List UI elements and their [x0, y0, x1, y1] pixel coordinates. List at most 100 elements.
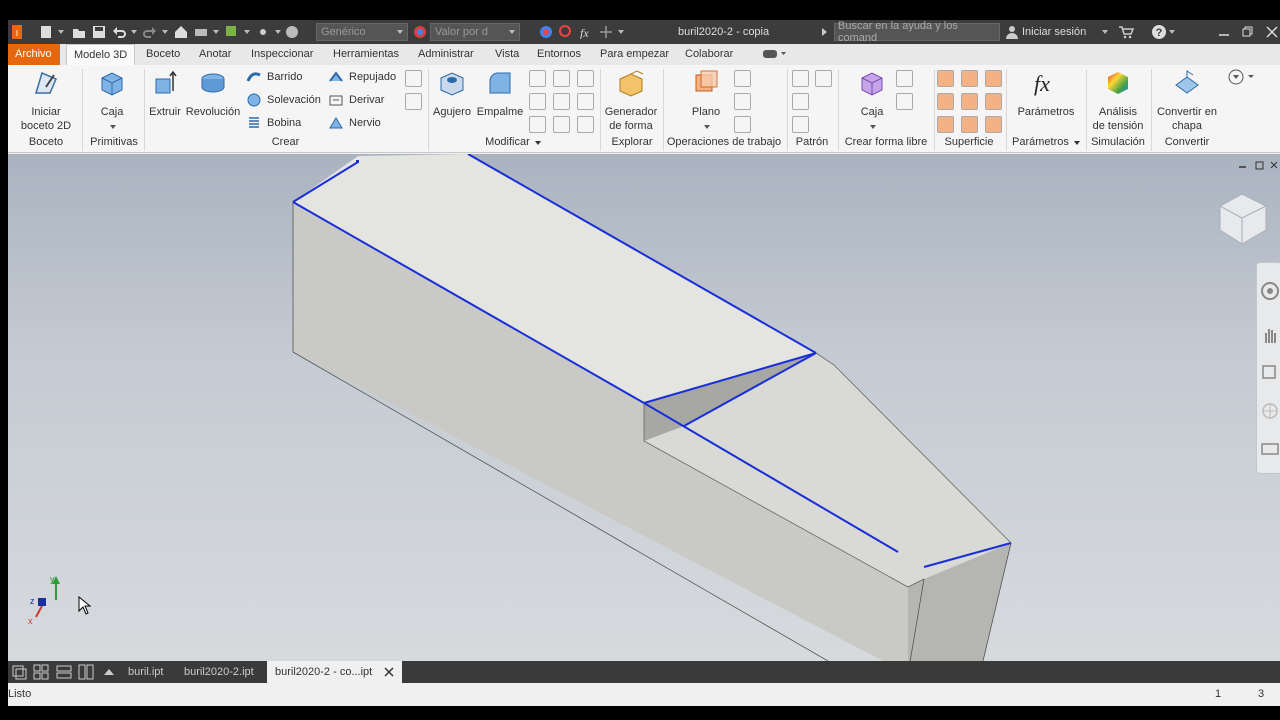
- surface-replace-icon[interactable]: [985, 93, 1002, 110]
- surface-ruled-icon[interactable]: [985, 116, 1002, 133]
- surface-repair-icon[interactable]: [937, 116, 954, 133]
- search-expand-icon[interactable]: [822, 20, 828, 44]
- shell-icon[interactable]: [553, 70, 570, 87]
- panel-modificar-label[interactable]: Modificar: [438, 136, 588, 152]
- minimize-icon[interactable]: [1218, 26, 1230, 38]
- undo-icon[interactable]: [112, 25, 126, 39]
- tab-vista[interactable]: Vista: [488, 44, 526, 65]
- sweep-button[interactable]: Barrido: [246, 67, 302, 87]
- emboss-button[interactable]: Repujado: [328, 67, 396, 87]
- surface-patch-icon[interactable]: [961, 70, 978, 87]
- doc-tab-active[interactable]: buril2020-2 - co...ipt: [267, 661, 402, 683]
- work-axis-icon[interactable]: [734, 70, 751, 87]
- combine-icon[interactable]: [577, 93, 594, 110]
- hole-button[interactable]: Agujero: [431, 69, 473, 119]
- close-doc-icon[interactable]: [384, 667, 394, 677]
- horizontal-tile-icon[interactable]: [56, 664, 72, 680]
- parameters-button[interactable]: fx Parámetros: [1013, 69, 1079, 119]
- viewcube-icon[interactable]: [1216, 190, 1270, 250]
- zoom-icon[interactable]: [1260, 363, 1280, 383]
- tab-colaborar[interactable]: Colaborar: [678, 44, 740, 65]
- draft-icon[interactable]: [577, 70, 594, 87]
- web-icon[interactable]: [285, 25, 299, 39]
- new-icon[interactable]: [39, 25, 53, 39]
- doc-tab-buril[interactable]: buril.ipt: [120, 661, 171, 683]
- work-plane-button[interactable]: Plano: [686, 69, 726, 133]
- tab-para-empezar[interactable]: Para empezar: [593, 44, 676, 65]
- clear-appearance-icon[interactable]: [539, 25, 553, 39]
- select-icon[interactable]: [256, 25, 270, 39]
- tile-icon[interactable]: [33, 664, 49, 680]
- tab-entornos[interactable]: Entornos: [530, 44, 588, 65]
- save-icon[interactable]: [92, 25, 106, 39]
- vertical-tile-icon[interactable]: [78, 664, 94, 680]
- thread-icon[interactable]: [529, 93, 546, 110]
- appearance-combo[interactable]: Valor por d: [430, 23, 520, 41]
- close-icon[interactable]: [1266, 26, 1278, 38]
- surface-extend-icon[interactable]: [961, 93, 978, 110]
- tab-inspeccionar[interactable]: Inspeccionar: [244, 44, 320, 65]
- box-primitive-button[interactable]: Caja: [88, 69, 136, 133]
- stress-analysis-button[interactable]: Análisis de tensión: [1088, 69, 1148, 133]
- look-at-icon[interactable]: [1260, 439, 1280, 459]
- circular-pattern-icon[interactable]: [792, 93, 809, 110]
- eraser-icon[interactable]: [553, 116, 570, 133]
- part-model[interactable]: [8, 154, 1280, 661]
- adjust-icon[interactable]: [559, 25, 573, 39]
- tab-boceto[interactable]: Boceto: [139, 44, 187, 65]
- doc-tab-buril2020-2[interactable]: buril2020-2.ipt: [176, 661, 262, 683]
- tab-administrar[interactable]: Administrar: [411, 44, 481, 65]
- ribbon-options-icon[interactable]: [763, 49, 787, 62]
- work-point-icon[interactable]: [734, 93, 751, 110]
- rib-button[interactable]: Nervio: [328, 113, 381, 133]
- print-icon[interactable]: [194, 25, 208, 39]
- cascade-icon[interactable]: [11, 664, 27, 680]
- tab-herramientas[interactable]: Herramientas: [326, 44, 406, 65]
- sketch-pattern-icon[interactable]: [792, 116, 809, 133]
- orbit-icon[interactable]: [1260, 401, 1280, 421]
- rect-pattern-icon[interactable]: [792, 70, 809, 87]
- cart-icon[interactable]: [1118, 25, 1134, 39]
- restore-icon[interactable]: [1242, 26, 1254, 38]
- signin-link[interactable]: Iniciar sesión: [1022, 26, 1086, 38]
- update-icon[interactable]: [225, 25, 239, 39]
- home-icon[interactable]: [174, 25, 188, 39]
- graphics-viewport[interactable]: z x y: [8, 154, 1280, 661]
- loft-button[interactable]: Solevación: [246, 90, 321, 110]
- pan-icon[interactable]: [1260, 325, 1280, 345]
- shape-generator-button[interactable]: Generador de forma: [602, 69, 660, 133]
- tab-list-icon[interactable]: [104, 667, 114, 677]
- surface-stitch-icon[interactable]: [937, 70, 954, 87]
- freeform-box-button[interactable]: Caja: [854, 69, 890, 133]
- split-icon[interactable]: [553, 93, 570, 110]
- revolve-button[interactable]: Revolución: [184, 69, 242, 119]
- thicken-icon[interactable]: [529, 116, 546, 133]
- tab-anotar[interactable]: Anotar: [192, 44, 238, 65]
- material-combo[interactable]: Genérico: [316, 23, 408, 41]
- derive-button[interactable]: Derivar: [328, 90, 384, 110]
- surface-trim-icon[interactable]: [937, 93, 954, 110]
- panel-parametros-label[interactable]: Parámetros: [1008, 136, 1084, 152]
- start-sketch-button[interactable]: Iniciar boceto 2D: [16, 69, 76, 133]
- convert-sheetmetal-button[interactable]: Convertir en chapa: [1154, 69, 1220, 133]
- help-icon[interactable]: ?: [1151, 24, 1167, 40]
- help-search-input[interactable]: Buscar en la ayuda y los comand: [834, 20, 1000, 44]
- chamfer-icon[interactable]: [529, 70, 546, 87]
- app-logo[interactable]: I: [10, 20, 24, 44]
- ucs-icon[interactable]: [734, 116, 751, 133]
- redo-icon[interactable]: [143, 25, 157, 39]
- full-nav-wheel-icon[interactable]: [1260, 281, 1280, 301]
- delete-face-icon[interactable]: [577, 116, 594, 133]
- mirror-icon[interactable]: [815, 70, 832, 87]
- freeform-face-icon[interactable]: [896, 93, 913, 110]
- tab-modelo-3d[interactable]: Modelo 3D: [66, 44, 136, 65]
- tab-archivo[interactable]: Archivo: [8, 44, 60, 65]
- open-icon[interactable]: [72, 25, 86, 39]
- plus-icon[interactable]: [599, 25, 613, 39]
- ribbon-collapse-icon[interactable]: [1228, 69, 1258, 88]
- import-icon[interactable]: [405, 70, 422, 87]
- fillet-button[interactable]: Empalme: [475, 69, 525, 119]
- freeform-convert-icon[interactable]: [896, 70, 913, 87]
- unwrap-icon[interactable]: [405, 93, 422, 110]
- coil-button[interactable]: Bobina: [246, 113, 301, 133]
